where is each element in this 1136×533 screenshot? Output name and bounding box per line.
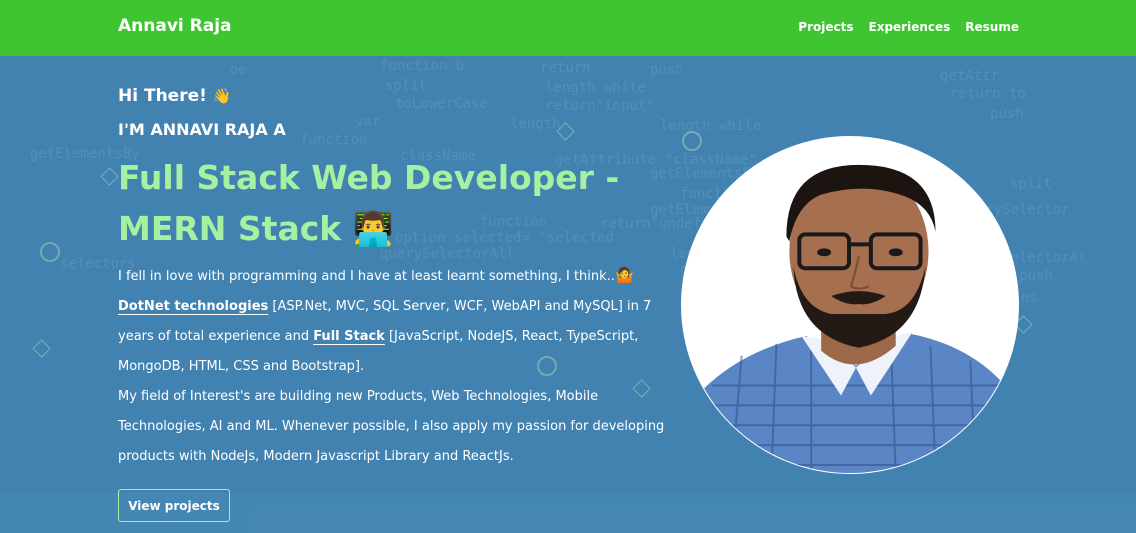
profile-photo [681,136,1019,474]
decor-diamond [556,122,575,141]
shrug-icon: 🤷 [614,266,634,284]
view-projects-button[interactable]: View projects [118,489,230,522]
bio-text: I fell in love with programming and I ha… [118,260,668,472]
greeting-text: Hi There! [118,86,207,106]
nav-link-experiences[interactable]: Experiences [869,20,951,34]
nav-links: Projects Experiences Resume [798,20,1019,34]
role-heading: Full Stack Web Developer - MERN Stack 👨‍💻 [118,152,678,254]
brand-link[interactable]: Annavi Raja [118,16,232,36]
intro-heading: I'M ANNAVI RAJA A [118,120,286,139]
nav-link-projects[interactable]: Projects [798,20,853,34]
role-line-1: Full Stack Web Developer - [118,158,620,197]
decor-diamond [32,339,51,358]
highlight-dotnet: DotNet technologies [118,299,269,314]
navbar: Annavi Raja Projects Experiences Resume [0,0,1136,56]
bio-interests: My field of Interest's are building new … [118,389,665,464]
decor-circle [40,242,60,262]
profile-photo-illustration [682,137,1018,473]
bio-intro: I fell in love with programming and I ha… [118,269,615,284]
decor-circle [682,131,702,151]
waving-hand-icon: 👋 [212,87,232,105]
page: oe function b return push split length w… [0,0,1136,533]
decor-diamond [100,167,119,186]
highlight-fullstack: Full Stack [313,329,385,344]
role-line-2: MERN Stack [118,209,342,248]
nav-link-resume[interactable]: Resume [965,20,1019,34]
greeting: Hi There! 👋 [118,86,231,106]
technologist-icon: 👨‍💻 [352,209,394,248]
